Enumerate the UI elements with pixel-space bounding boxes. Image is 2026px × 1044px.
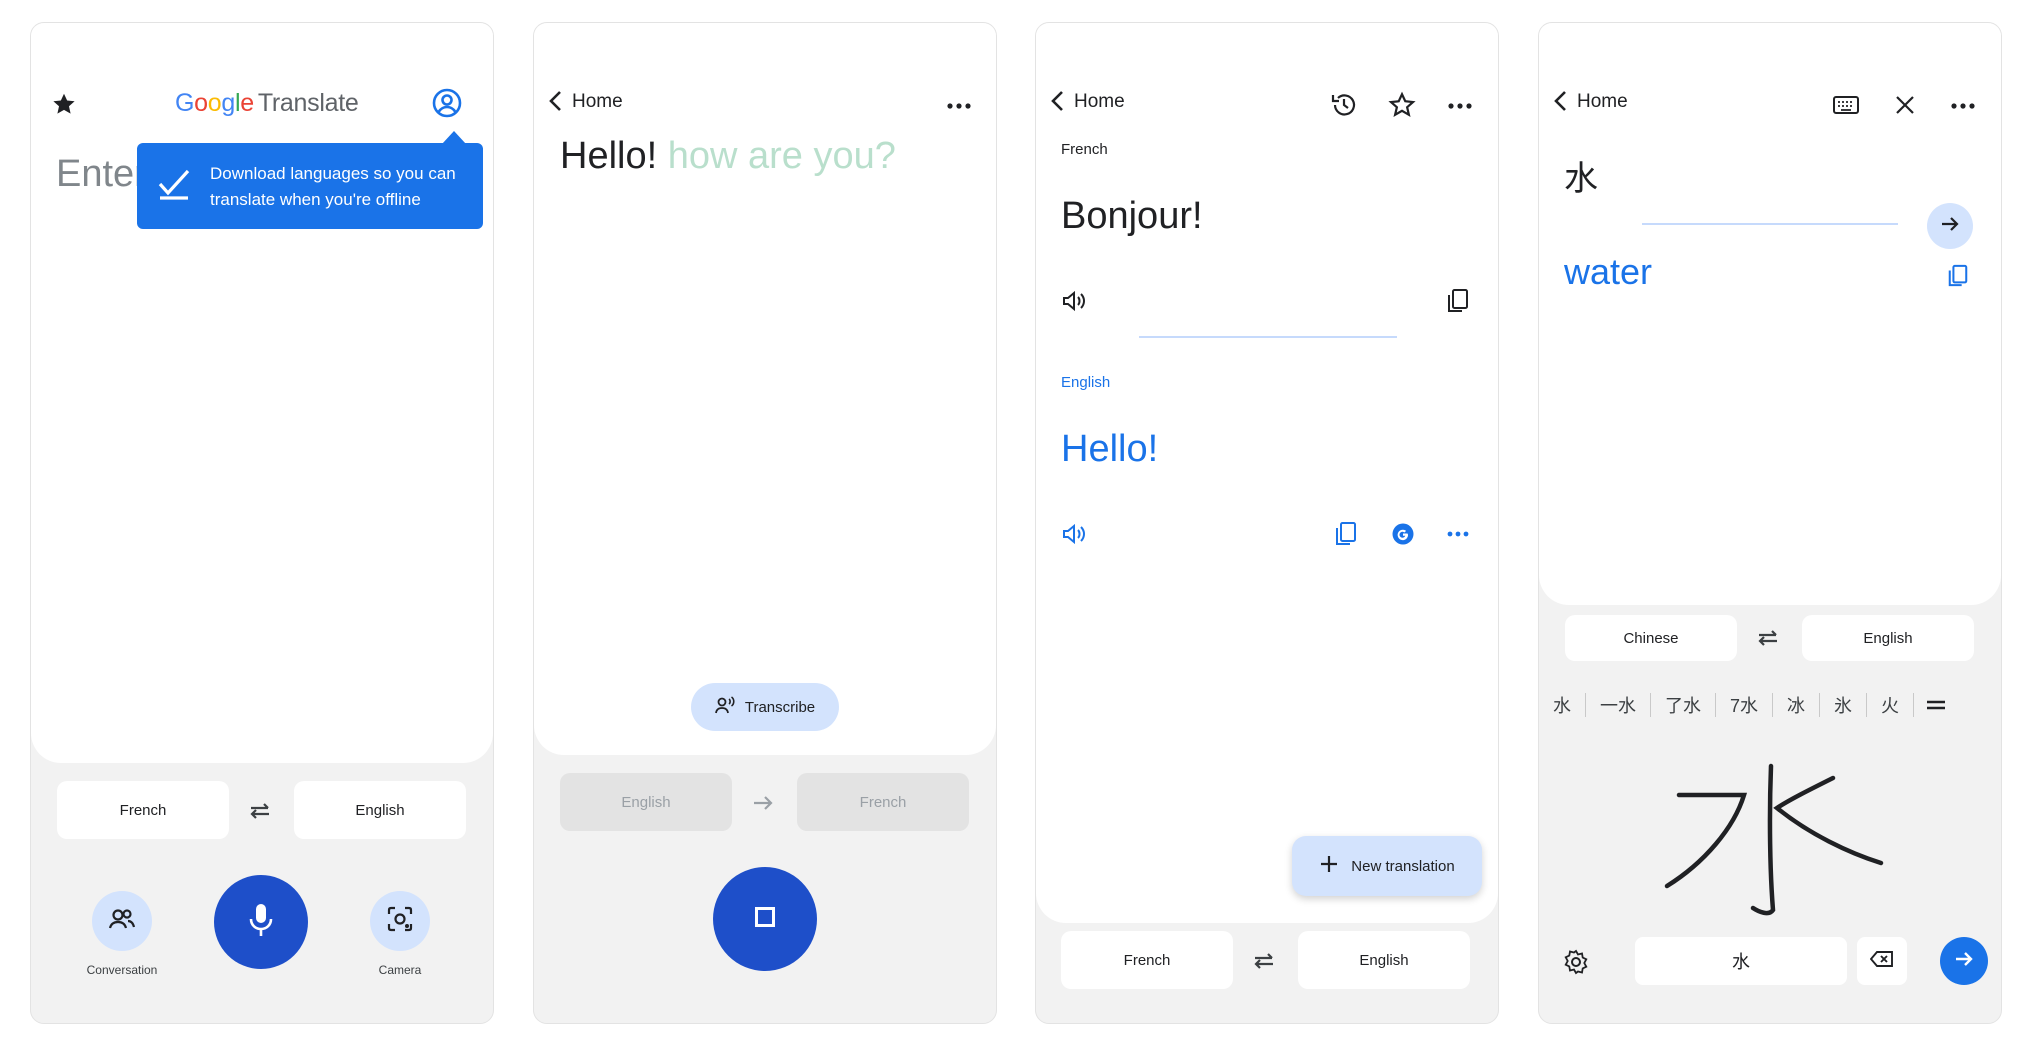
result-card: Home French Bonjour! English Hello! New … <box>1036 23 1498 923</box>
candidate-bar: 水 一水 了水 7水 冰 氷 火 <box>1539 683 2001 727</box>
candidate-item[interactable]: 氷 <box>1820 693 1868 717</box>
input-card[interactable]: Google Translate Enter Download languages… <box>31 23 493 763</box>
stop-listening-button[interactable] <box>713 867 817 971</box>
copy-icon[interactable] <box>1943 261 1973 291</box>
star-outline-icon[interactable] <box>1386 89 1418 121</box>
arrow-right-icon <box>1954 950 1974 973</box>
candidate-item[interactable]: 水 <box>1539 693 1586 717</box>
screen-home: Google Translate Enter Download languages… <box>30 22 494 1024</box>
source-language-button[interactable]: French <box>57 781 229 839</box>
more-options-icon[interactable] <box>1948 91 1978 121</box>
recognized-text: Hello! <box>560 135 658 177</box>
star-icon[interactable] <box>49 89 79 119</box>
candidate-item[interactable]: 一水 <box>1586 693 1651 717</box>
expand-candidates-icon[interactable] <box>1922 691 1950 719</box>
plus-icon <box>1319 854 1339 878</box>
checkmark-icon <box>157 167 191 209</box>
candidate-item[interactable]: 7水 <box>1716 693 1774 717</box>
conversation-button[interactable] <box>92 891 152 951</box>
live-transcript: Hello! how are you? <box>560 135 896 178</box>
backspace-icon <box>1869 950 1894 973</box>
section-divider <box>1139 336 1397 338</box>
copy-icon[interactable] <box>1442 285 1474 317</box>
new-translation-button[interactable]: New translation <box>1292 836 1482 896</box>
tooltip-text: Download languages so you can translate … <box>210 164 456 209</box>
target-language-label: English <box>1061 374 1111 391</box>
back-home-link[interactable]: Home <box>1048 89 1125 113</box>
target-language-button[interactable]: English <box>294 781 466 839</box>
camera-button[interactable] <box>370 891 430 951</box>
chevron-left-icon <box>1554 91 1566 111</box>
more-actions-icon[interactable] <box>1442 520 1474 548</box>
transcribe-icon <box>714 696 735 718</box>
handwriting-result-card: Home 水 water <box>1539 23 2001 605</box>
camera-lens-icon <box>386 905 414 938</box>
offline-tooltip[interactable]: Download languages so you can translate … <box>137 143 483 229</box>
section-divider <box>1642 223 1898 225</box>
source-language-button[interactable]: English <box>560 773 732 831</box>
new-translation-label: New translation <box>1351 857 1455 875</box>
transcript-card: Home Hello! how are you? Transcribe <box>534 23 996 755</box>
app-logo: Google Translate <box>175 89 359 117</box>
source-language-button[interactable]: French <box>1061 931 1233 989</box>
screen-listening: Home Hello! how are you? Transcribe Engl… <box>533 22 997 1024</box>
keyboard-icon[interactable] <box>1829 89 1863 121</box>
swap-languages-icon[interactable] <box>245 796 275 826</box>
candidate-item[interactable]: 了水 <box>1651 693 1716 717</box>
back-home-link[interactable]: Home <box>1551 89 1628 113</box>
swap-languages-icon[interactable] <box>1249 946 1279 976</box>
back-home-link[interactable]: Home <box>546 89 623 113</box>
conversation-label: Conversation <box>86 963 158 977</box>
stop-icon <box>754 906 776 933</box>
microphone-icon <box>245 902 277 943</box>
submit-arrow-button[interactable] <box>1927 203 1973 249</box>
speaker-icon[interactable] <box>1058 285 1090 317</box>
account-icon[interactable] <box>431 87 463 119</box>
transcribe-label: Transcribe <box>744 698 816 716</box>
copy-icon[interactable] <box>1330 518 1362 550</box>
target-language-button[interactable]: English <box>1298 931 1470 989</box>
handwriting-input-field[interactable]: 水 <box>1635 937 1847 985</box>
back-label: Home <box>1577 90 1628 112</box>
swap-languages-icon[interactable] <box>1753 623 1783 653</box>
translated-text: water <box>1564 251 1653 292</box>
back-label: Home <box>572 90 623 112</box>
candidate-item[interactable]: 冰 <box>1773 693 1821 717</box>
settings-gear-icon[interactable] <box>1559 945 1593 979</box>
source-text-input[interactable]: Enter <box>56 153 147 196</box>
more-options-icon[interactable] <box>1445 91 1475 121</box>
input-character: 水 <box>1564 160 1598 198</box>
more-options-icon[interactable] <box>944 91 974 121</box>
backspace-button[interactable] <box>1857 937 1907 985</box>
microphone-button[interactable] <box>214 875 308 969</box>
source-language-label: French <box>1061 141 1108 158</box>
enter-arrow-button[interactable] <box>1940 937 1988 985</box>
chevron-left-icon <box>549 91 561 111</box>
back-label: Home <box>1074 90 1125 112</box>
translated-text: Hello! <box>1061 428 1159 470</box>
close-icon[interactable] <box>1889 89 1921 121</box>
target-language-button[interactable]: English <box>1802 615 1974 661</box>
camera-label: Camera <box>378 963 422 977</box>
arrow-right-icon <box>1940 215 1960 238</box>
arrow-right-icon <box>748 788 778 818</box>
transcribe-button[interactable]: Transcribe <box>691 683 839 731</box>
google-search-icon[interactable] <box>1387 518 1419 550</box>
chevron-left-icon <box>1051 91 1063 111</box>
partial-text: how are you? <box>667 135 896 177</box>
screen-handwriting: Home 水 water Chinese English 水 一水 了水 7水 <box>1538 22 2002 1024</box>
history-icon[interactable] <box>1328 89 1360 121</box>
source-text: Bonjour! <box>1061 195 1203 237</box>
handwriting-canvas[interactable] <box>1649 738 1909 928</box>
target-language-button[interactable]: French <box>797 773 969 831</box>
conversation-icon <box>108 905 136 938</box>
source-language-button[interactable]: Chinese <box>1565 615 1737 661</box>
speaker-icon[interactable] <box>1058 518 1090 550</box>
screen-translation-result: Home French Bonjour! English Hello! New … <box>1035 22 1499 1024</box>
candidate-item[interactable]: 火 <box>1867 693 1915 717</box>
